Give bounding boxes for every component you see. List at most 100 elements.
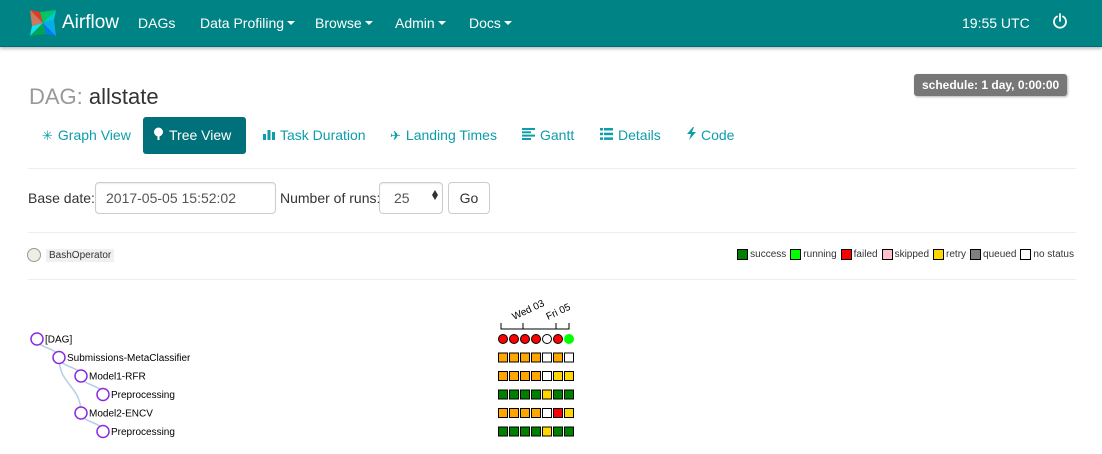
tree-link xyxy=(58,357,82,414)
task-instance-box[interactable] xyxy=(553,352,563,363)
tree-node-label[interactable]: [DAG] xyxy=(45,335,72,346)
task-instance-box[interactable] xyxy=(509,408,519,418)
legend-label: skipped xyxy=(894,249,930,260)
brand-link[interactable]: Airflow xyxy=(28,8,119,38)
tree-node-label[interactable]: Model2-ENCV xyxy=(89,409,153,420)
tree-node-circle[interactable] xyxy=(74,406,88,420)
legend-swatch xyxy=(933,249,945,260)
task-instance-box[interactable] xyxy=(531,371,541,381)
asterisk-icon: ✳ xyxy=(42,128,53,143)
tree-node-circle[interactable] xyxy=(30,332,44,346)
task-instance-box[interactable] xyxy=(553,426,563,437)
tree-node-circle[interactable] xyxy=(52,350,66,365)
task-instance-box[interactable] xyxy=(531,352,541,363)
task-instance-box[interactable] xyxy=(542,389,552,400)
date-axis xyxy=(500,323,570,330)
task-instance-box[interactable] xyxy=(498,389,508,400)
tree-node-circle[interactable] xyxy=(96,424,110,439)
task-instance-box[interactable] xyxy=(498,426,508,437)
task-instance-box[interactable] xyxy=(564,371,574,381)
num-runs-value: 25 xyxy=(394,190,410,206)
caret-down-icon xyxy=(364,21,373,26)
task-instance-box[interactable] xyxy=(531,426,541,437)
task-instance-box[interactable] xyxy=(531,408,541,418)
tab-code[interactable]: Code xyxy=(677,117,744,154)
task-instance-box[interactable] xyxy=(509,426,519,437)
nav-dags[interactable]: DAGs xyxy=(138,15,175,31)
nav-data-profiling-label: Data Profiling xyxy=(200,15,285,31)
dag-run-circle[interactable] xyxy=(553,334,563,344)
task-instance-box[interactable] xyxy=(520,352,530,363)
task-instance-box[interactable] xyxy=(520,371,530,381)
dag-run-circle[interactable] xyxy=(520,334,530,344)
tab-details[interactable]: Details xyxy=(590,117,671,154)
dag-id: allstate xyxy=(88,84,159,109)
task-instance-box[interactable] xyxy=(520,389,530,400)
divider xyxy=(28,279,1076,280)
airflow-logo-icon xyxy=(30,10,56,36)
tree-node-circle[interactable] xyxy=(96,387,110,402)
task-instance-box[interactable] xyxy=(498,408,508,418)
base-date-input[interactable]: 2017-05-05 15:52:02 xyxy=(95,182,276,214)
tree-node-circle[interactable] xyxy=(74,369,88,383)
task-instance-box[interactable] xyxy=(509,352,519,363)
navbar: Airflow DAGs Data Profiling Browse Admin… xyxy=(0,0,1102,47)
tree-node-label[interactable]: Submissions-MetaClassifier xyxy=(67,353,191,364)
task-instance-box[interactable] xyxy=(564,389,574,400)
dag-run-circle[interactable] xyxy=(564,334,574,344)
dag-run-circle[interactable] xyxy=(542,334,552,344)
tab-task-duration[interactable]: Task Duration xyxy=(253,117,376,154)
task-instance-box[interactable] xyxy=(520,408,530,418)
plane-icon: ✈ xyxy=(390,128,401,143)
caret-down-icon xyxy=(287,21,296,26)
nav-admin[interactable]: Admin xyxy=(395,15,446,31)
task-instance-box[interactable] xyxy=(498,371,508,381)
legend-item-no-status: no status xyxy=(1020,249,1074,260)
task-instance-box[interactable] xyxy=(564,426,574,437)
task-instance-box[interactable] xyxy=(542,426,552,437)
tab-landing-times[interactable]: ✈ Landing Times xyxy=(380,117,507,154)
nav-browse[interactable]: Browse xyxy=(315,15,373,31)
dag-run-circle[interactable] xyxy=(498,334,508,344)
task-instance-box[interactable] xyxy=(542,408,552,418)
align-left-icon xyxy=(522,117,535,154)
legend-label: no status xyxy=(1033,249,1074,260)
task-instance-box[interactable] xyxy=(564,352,574,363)
task-instance-box[interactable] xyxy=(553,408,563,418)
utc-clock: 19:55 UTC xyxy=(962,15,1030,31)
task-instance-box[interactable] xyxy=(531,389,541,400)
task-instance-box[interactable] xyxy=(542,352,552,363)
dag-run-circle[interactable] xyxy=(509,334,519,344)
tab-label: Tree View xyxy=(169,127,232,143)
legend-swatch xyxy=(1020,249,1032,260)
power-icon[interactable] xyxy=(1052,13,1068,29)
tab-tree-view[interactable]: Tree View xyxy=(143,117,246,154)
brand-name: Airflow xyxy=(62,12,120,33)
tree-node-label[interactable]: Preprocessing xyxy=(111,427,175,438)
task-instance-box[interactable] xyxy=(553,389,563,400)
num-runs-select[interactable]: 25 xyxy=(379,182,443,214)
flash-icon xyxy=(687,117,696,154)
tab-label: Task Duration xyxy=(280,127,366,143)
nav-docs[interactable]: Docs xyxy=(469,15,512,31)
legend-swatch xyxy=(737,249,749,260)
tree-node-label[interactable]: Preprocessing xyxy=(111,390,175,401)
tab-graph-view[interactable]: ✳ Graph View xyxy=(32,117,141,154)
task-instance-box[interactable] xyxy=(564,408,574,418)
task-instance-box[interactable] xyxy=(553,371,563,381)
legend-swatch xyxy=(840,249,852,260)
nav-data-profiling[interactable]: Data Profiling xyxy=(200,15,296,31)
go-button[interactable]: Go xyxy=(448,182,490,214)
task-instance-box[interactable] xyxy=(498,352,508,363)
tree-node-label[interactable]: Model1-RFR xyxy=(89,372,146,383)
legend-label: failed xyxy=(853,249,878,260)
task-instance-box[interactable] xyxy=(520,426,530,437)
tab-gantt[interactable]: Gantt xyxy=(512,117,584,154)
task-instance-box[interactable] xyxy=(509,389,519,400)
task-instance-box[interactable] xyxy=(542,371,552,381)
status-legend: success running failed skipped retry queued no… xyxy=(733,249,1074,260)
nav-admin-label: Admin xyxy=(395,15,435,31)
operator-legend: BashOperator xyxy=(27,248,115,262)
dag-run-circle[interactable] xyxy=(531,334,541,344)
task-instance-box[interactable] xyxy=(509,371,519,381)
